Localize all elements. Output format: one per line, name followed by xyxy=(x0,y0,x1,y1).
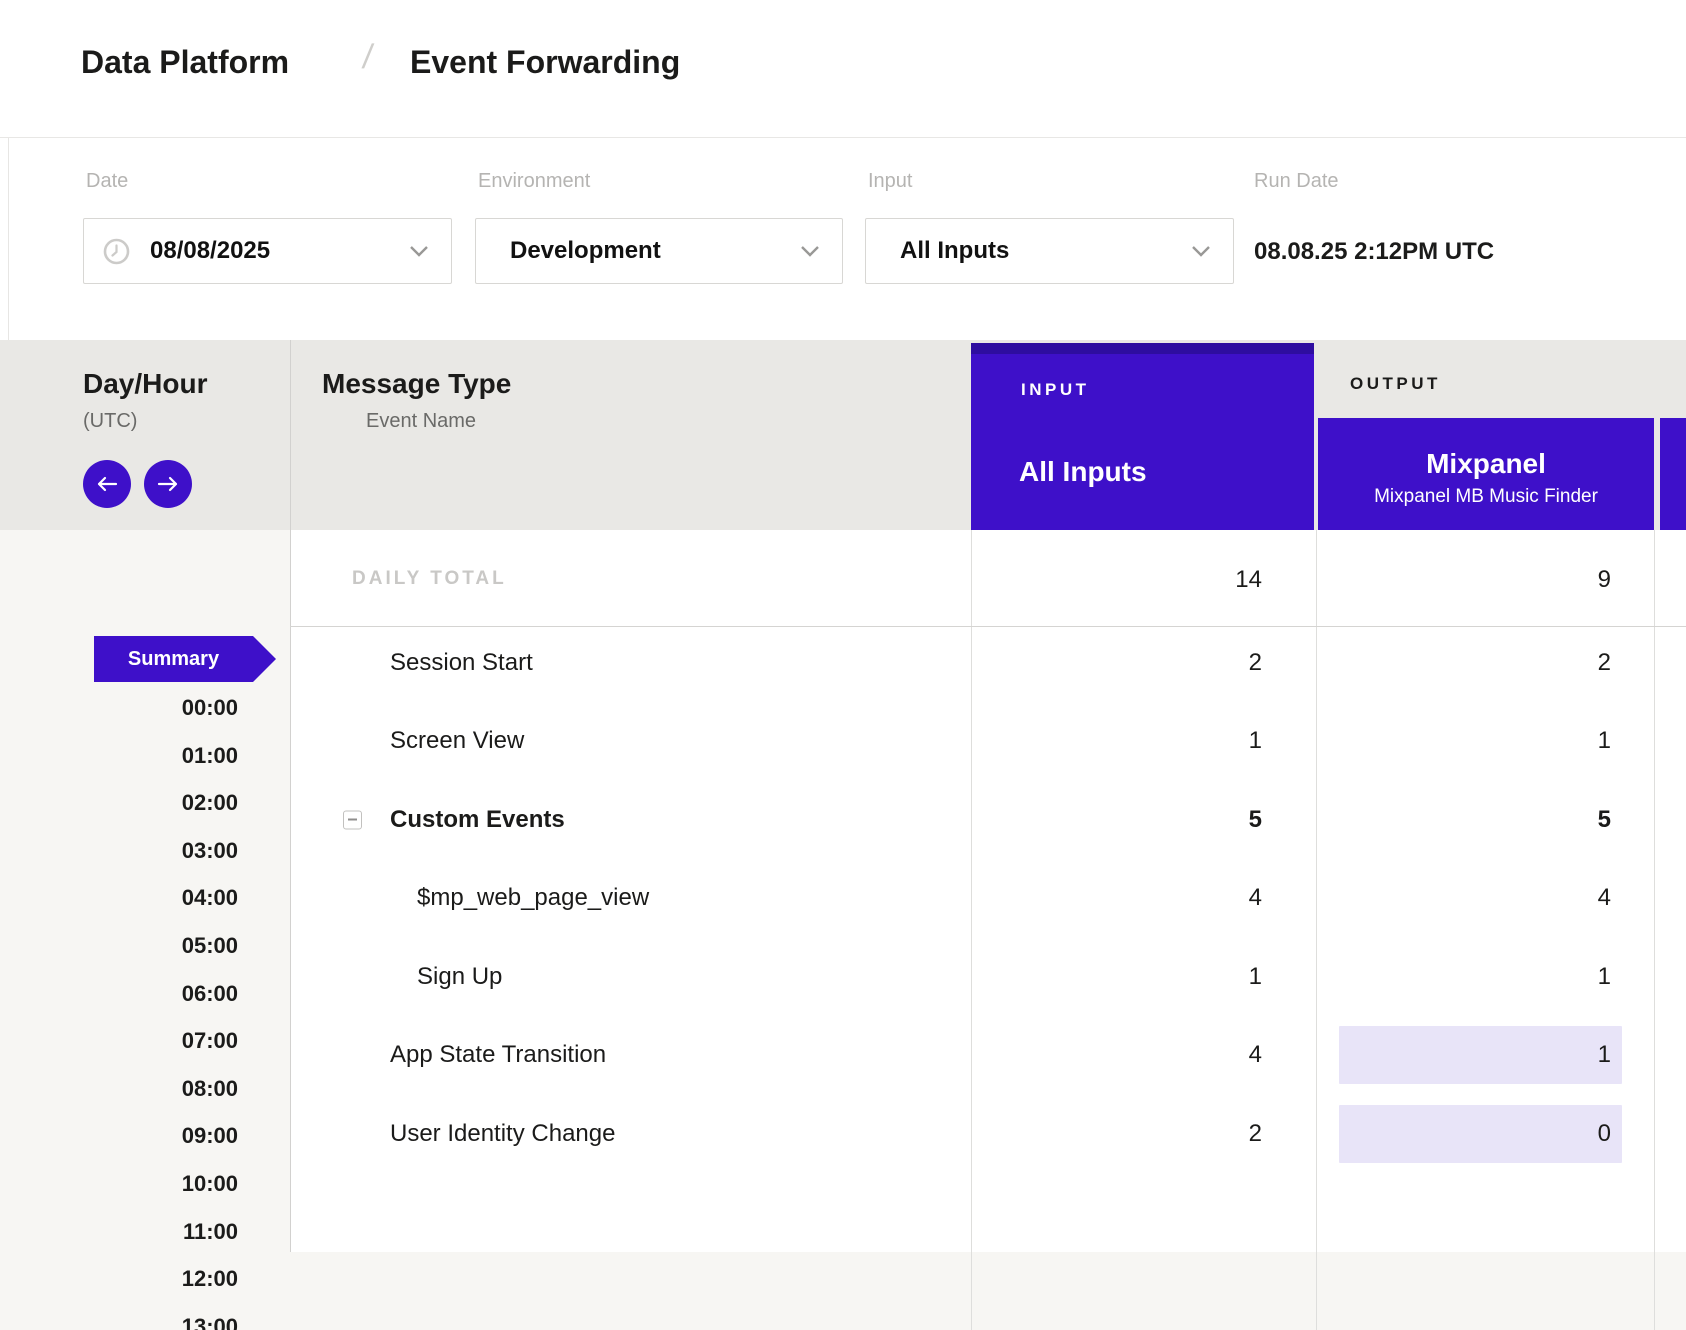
daily-total-input-value: 14 xyxy=(1235,566,1262,594)
hour-rail-item[interactable]: 05:00 xyxy=(182,923,238,969)
date-value: 08/08/2025 xyxy=(150,237,270,265)
clock-icon xyxy=(103,238,130,265)
hour-rail-item[interactable]: 09:00 xyxy=(182,1113,238,1159)
run-date-value: 08.08.25 2:12PM UTC xyxy=(1254,238,1494,266)
hour-rail-item[interactable]: 03:00 xyxy=(182,828,238,874)
environment-value: Development xyxy=(510,237,661,265)
table-row: Screen View 1 1 xyxy=(0,702,1686,781)
message-type-column-title: Message Type xyxy=(322,368,511,400)
hour-rail-item[interactable]: 06:00 xyxy=(182,971,238,1017)
day-hour-column-subtitle: (UTC) xyxy=(83,410,137,433)
breadcrumb-event-forwarding: Event Forwarding xyxy=(410,44,680,81)
hour-rail-item[interactable]: 00:00 xyxy=(182,685,238,731)
input-filter-label: Input xyxy=(868,170,912,193)
daily-total-output-value: 9 xyxy=(1598,566,1611,594)
output-count-value: 1 xyxy=(1598,1041,1611,1069)
input-count-value: 1 xyxy=(1249,727,1262,755)
table-row: Sign Up 1 1 xyxy=(0,937,1686,1016)
output-column-header-mixpanel[interactable]: Mixpanel Mixpanel MB Music Finder xyxy=(1318,418,1654,530)
table-row: User Identity Change 2 0 xyxy=(0,1094,1686,1173)
output-cell-highlight xyxy=(1339,1026,1622,1084)
table-footer-background xyxy=(290,1252,1686,1330)
next-day-button[interactable] xyxy=(144,460,192,508)
input-count-value: 4 xyxy=(1249,1041,1262,1069)
event-name-label: Custom Events xyxy=(390,806,565,834)
hour-rail-item[interactable]: 11:00 xyxy=(183,1209,238,1255)
day-hour-column-title: Day/Hour xyxy=(83,368,207,400)
daily-total-row: DAILY TOTAL 14 9 xyxy=(290,530,1686,627)
event-name-label: Screen View xyxy=(390,727,524,755)
input-count-value: 2 xyxy=(1249,1120,1262,1148)
hour-rail-item[interactable]: 12:00 xyxy=(182,1256,238,1302)
event-name-label: Sign Up xyxy=(417,963,502,991)
output-count-value: 1 xyxy=(1598,963,1611,991)
breadcrumb-data-platform[interactable]: Data Platform xyxy=(81,44,289,81)
summary-badge-label: Summary xyxy=(128,648,219,671)
input-count-value: 2 xyxy=(1249,649,1262,677)
previous-day-button[interactable] xyxy=(83,460,131,508)
daily-total-label: DAILY TOTAL xyxy=(352,568,507,590)
hour-rail-item[interactable]: 08:00 xyxy=(182,1066,238,1112)
table-row: App State Transition 4 1 xyxy=(0,1016,1686,1095)
event-forwarding-page: Data Platform / Event Forwarding Date En… xyxy=(0,0,1686,1330)
chevron-down-icon xyxy=(409,245,429,257)
event-name-label: User Identity Change xyxy=(390,1120,615,1148)
output-count-value: 4 xyxy=(1598,884,1611,912)
breadcrumb-separator: / xyxy=(360,38,375,77)
input-count-value: 5 xyxy=(1249,806,1262,834)
environment-dropdown[interactable]: Development xyxy=(475,218,843,284)
event-name-label: $mp_web_page_view xyxy=(417,884,649,912)
input-count-value: 1 xyxy=(1249,963,1262,991)
run-date-label: Run Date xyxy=(1254,170,1339,193)
input-column-header[interactable]: INPUT All Inputs xyxy=(971,343,1314,530)
hour-rail-item[interactable]: 02:00 xyxy=(182,780,238,826)
output-column-subtitle: Mixpanel MB Music Finder xyxy=(1318,486,1654,508)
hour-rail-item[interactable]: 04:00 xyxy=(182,875,238,921)
input-value: All Inputs xyxy=(900,237,1009,265)
summary-row-badge[interactable]: Summary xyxy=(94,636,253,682)
collapse-minus-icon[interactable] xyxy=(343,810,362,829)
output-count-value: 5 xyxy=(1598,806,1611,834)
hour-rail-item[interactable]: 01:00 xyxy=(182,733,238,779)
input-column-title: All Inputs xyxy=(1019,456,1147,488)
event-name-label: Session Start xyxy=(390,649,533,677)
hour-rail-item[interactable]: 13:00 xyxy=(182,1304,238,1330)
breadcrumb-bar: Data Platform / Event Forwarding xyxy=(0,0,1686,138)
hour-rail-item[interactable]: 07:00 xyxy=(182,1018,238,1064)
arrow-left-icon xyxy=(95,475,119,493)
date-dropdown[interactable]: 08/08/2025 xyxy=(83,218,452,284)
output-column-title: Mixpanel xyxy=(1318,448,1654,480)
event-name-label: App State Transition xyxy=(390,1041,606,1069)
output-count-value: 0 xyxy=(1598,1120,1611,1148)
environment-filter-label: Environment xyxy=(478,170,590,193)
table-row: Custom Events 5 5 xyxy=(0,780,1686,859)
event-name-column-subtitle: Event Name xyxy=(366,410,476,433)
hour-rail-item[interactable]: 10:00 xyxy=(182,1161,238,1207)
input-eyebrow-label: INPUT xyxy=(1021,380,1090,400)
chevron-down-icon xyxy=(1191,245,1211,257)
chevron-down-icon xyxy=(800,245,820,257)
output-column-header-partial[interactable] xyxy=(1660,418,1686,530)
arrow-right-icon xyxy=(156,475,180,493)
input-count-value: 4 xyxy=(1249,884,1262,912)
output-eyebrow-label: OUTPUT xyxy=(1350,374,1441,394)
output-count-value: 2 xyxy=(1598,649,1611,677)
input-dropdown[interactable]: All Inputs xyxy=(865,218,1234,284)
date-filter-label: Date xyxy=(86,170,128,193)
output-count-value: 1 xyxy=(1598,727,1611,755)
output-cell-highlight xyxy=(1339,1105,1622,1163)
table-row: $mp_web_page_view 4 4 xyxy=(0,859,1686,938)
